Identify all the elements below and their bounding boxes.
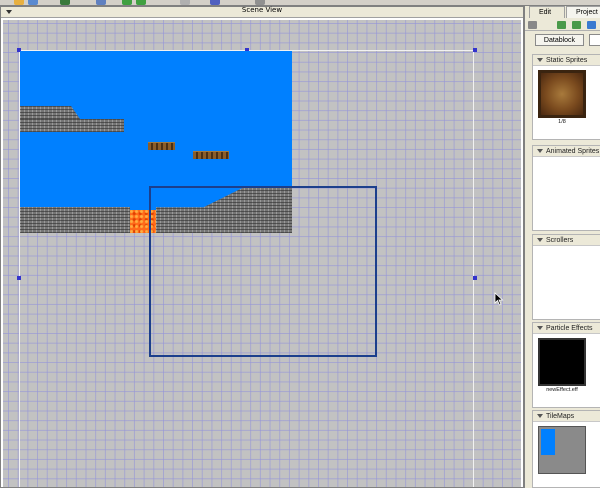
camera-view-rectangle[interactable]: [149, 186, 377, 357]
scene-view-panel: Scene View: [0, 6, 524, 488]
section-header[interactable]: TileMaps: [533, 411, 600, 422]
editor-window: Scene View Edit Project Datablock Static…: [0, 0, 600, 488]
sprite-label: 1/8: [558, 119, 566, 125]
sprite-thumbnail[interactable]: [538, 70, 586, 118]
tilemap-thumbnail[interactable]: [538, 426, 586, 474]
open-icon[interactable]: [14, 0, 24, 5]
section-scrollers: Scrollers: [532, 234, 600, 320]
section-tilemaps: TileMaps: [532, 410, 600, 488]
scene-view-title: Scene View: [241, 6, 283, 14]
section-collapse-icon[interactable]: [537, 58, 543, 62]
add-effect-icon[interactable]: [587, 21, 596, 29]
section-header[interactable]: Scrollers: [533, 235, 600, 246]
save-icon[interactable]: [28, 0, 38, 5]
grid-icon[interactable]: [180, 0, 190, 5]
play-icon[interactable]: [122, 0, 132, 5]
delete-icon[interactable]: [528, 21, 537, 29]
scene-view-header: Scene View: [1, 6, 523, 18]
effect-thumbnail[interactable]: [538, 338, 586, 386]
rock-ledge-upper: [20, 106, 80, 119]
section-particle-effects: Particle Effects newEffect.eff: [532, 322, 600, 408]
section-static-sprites: Static Sprites 1/8: [532, 54, 600, 140]
section-collapse-icon[interactable]: [537, 238, 543, 242]
section-header[interactable]: Particle Effects: [533, 323, 600, 334]
wood-platform-2: [193, 151, 229, 159]
rock-ground-left: [20, 207, 130, 233]
section-title: TileMaps: [546, 413, 575, 420]
section-title: Animated Sprites: [546, 148, 600, 155]
datablock-row: Datablock: [525, 33, 600, 47]
resize-handle-top-right[interactable]: [473, 48, 477, 52]
section-collapse-icon[interactable]: [537, 326, 543, 330]
scene-canvas[interactable]: [3, 20, 521, 487]
zoom-icon[interactable]: [255, 0, 265, 5]
stop-icon[interactable]: [136, 0, 146, 5]
tool-icon[interactable]: [96, 0, 106, 5]
section-title: Particle Effects: [546, 325, 593, 332]
datablock-selector[interactable]: [589, 34, 600, 46]
tab-edit[interactable]: Edit: [529, 6, 565, 18]
effect-label: newEffect.eff: [546, 387, 578, 393]
section-collapse-icon[interactable]: [537, 149, 543, 153]
tab-project[interactable]: Project: [566, 6, 600, 18]
object-library-panel: Edit Project Datablock Static Sprites 1/…: [524, 6, 600, 488]
section-title: Static Sprites: [546, 57, 588, 64]
section-collapse-icon[interactable]: [537, 414, 543, 418]
tilemap-thumbnail-sky: [541, 429, 555, 455]
resize-handle-right[interactable]: [473, 276, 477, 280]
datablock-tab[interactable]: Datablock: [535, 34, 584, 46]
section-header[interactable]: Animated Sprites: [533, 146, 600, 157]
rock-ledge-lower: [20, 119, 124, 132]
resize-handle-left[interactable]: [17, 276, 21, 280]
wood-platform-1: [148, 142, 175, 150]
run-icon[interactable]: [60, 0, 70, 5]
section-animated-sprites: Animated Sprites: [532, 145, 600, 231]
section-header[interactable]: Static Sprites: [533, 55, 600, 66]
library-toolbar: [525, 19, 600, 31]
cursor-arrow-icon: [494, 292, 504, 306]
add-image-icon[interactable]: [557, 21, 566, 29]
add-animation-icon[interactable]: [572, 21, 581, 29]
select-icon[interactable]: [210, 0, 220, 5]
section-title: Scrollers: [546, 237, 574, 244]
